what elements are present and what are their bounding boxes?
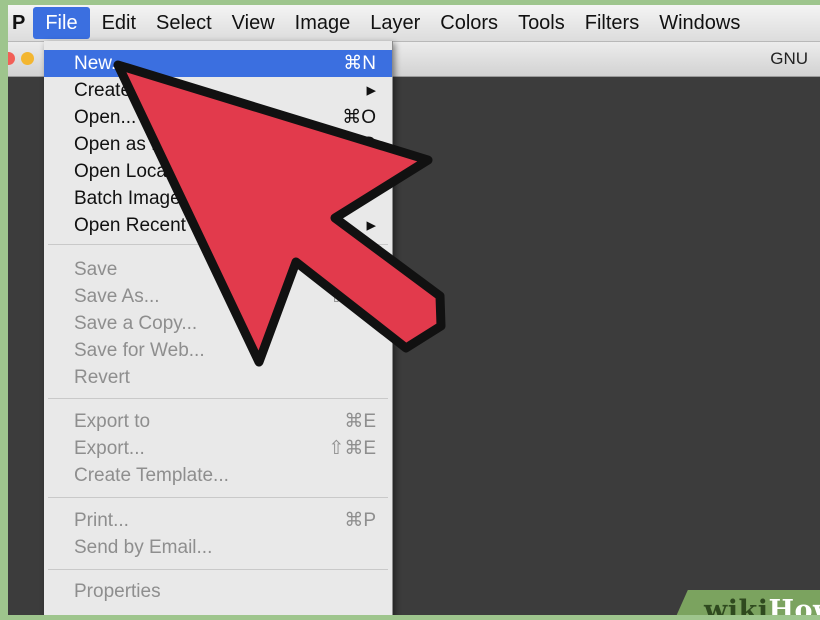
menu-item-save-copy[interactable]: Save a Copy... bbox=[44, 310, 392, 337]
menu-item-shortcut: ⌥⌘O bbox=[320, 134, 376, 155]
menu-item-save-as[interactable]: Save As... ⇧⌘S bbox=[44, 283, 392, 310]
menu-item-label: Export to bbox=[74, 410, 151, 432]
menu-item-label: Open Location... bbox=[74, 160, 214, 182]
menu-item-save[interactable]: Save bbox=[44, 256, 392, 283]
menu-separator bbox=[48, 497, 388, 498]
menu-windows[interactable]: Windows bbox=[649, 5, 750, 41]
menu-item-label: Batch Image Processing... bbox=[74, 187, 296, 209]
menu-item-shortcut: ⌘N bbox=[343, 53, 376, 74]
close-window-button[interactable] bbox=[8, 52, 15, 65]
menu-item-open-as-layers[interactable]: Open as Layers... ⌥⌘O bbox=[44, 131, 392, 158]
watermark-part: wiki bbox=[704, 595, 769, 620]
menu-item-shortcut: ⌘O bbox=[342, 107, 376, 128]
menu-item-open[interactable]: Open... ⌘O bbox=[44, 104, 392, 131]
menu-item-create[interactable]: Create ▸ bbox=[44, 77, 392, 104]
menu-separator bbox=[48, 569, 388, 570]
menu-separator bbox=[48, 244, 388, 245]
menu-item-label: Print... bbox=[74, 509, 129, 531]
menu-filters[interactable]: Filters bbox=[575, 5, 649, 41]
menu-item-open-recent[interactable]: Open Recent ▸ bbox=[44, 212, 392, 239]
menu-bar: P File Edit Select View Image Layer Colo… bbox=[8, 5, 820, 42]
menu-item-shortcut: ⌘E bbox=[344, 411, 376, 432]
menu-item-create-template[interactable]: Create Template... bbox=[44, 462, 392, 489]
menu-item-send-by-email[interactable]: Send by Email... bbox=[44, 534, 392, 561]
menu-colors[interactable]: Colors bbox=[430, 5, 508, 41]
menu-view[interactable]: View bbox=[222, 5, 285, 41]
menu-item-save-for-web[interactable]: Save for Web... bbox=[44, 337, 392, 364]
menu-item-open-location[interactable]: Open Location... bbox=[44, 158, 392, 185]
menu-image[interactable]: Image bbox=[285, 5, 361, 41]
menu-layer[interactable]: Layer bbox=[360, 5, 430, 41]
minimize-window-button[interactable] bbox=[21, 52, 34, 65]
menu-edit[interactable]: Edit bbox=[92, 5, 146, 41]
screenshot-frame: P File Edit Select View Image Layer Colo… bbox=[0, 0, 820, 620]
menu-item-shortcut: ⇧⌘E bbox=[328, 438, 376, 459]
menu-item-properties[interactable]: Properties bbox=[44, 578, 392, 605]
menu-item-shortcut: ⌘P bbox=[344, 510, 376, 531]
menu-item-revert[interactable]: Revert bbox=[44, 364, 392, 391]
window-title: GNU bbox=[770, 49, 808, 68]
menu-item-label: Send by Email... bbox=[74, 536, 213, 558]
menu-item-label: New... bbox=[74, 52, 127, 74]
menu-item-shortcut: ⇧⌘S bbox=[328, 286, 376, 307]
menu-item-label: Save a Copy... bbox=[74, 312, 198, 334]
menu-item-print[interactable]: Print... ⌘P bbox=[44, 507, 392, 534]
submenu-arrow-icon: ▸ bbox=[366, 215, 376, 236]
menu-file[interactable]: File bbox=[33, 7, 90, 39]
menu-item-label: Save for Web... bbox=[74, 339, 205, 361]
menu-item-label: Properties bbox=[74, 580, 161, 602]
menu-separator bbox=[48, 398, 388, 399]
menu-item-label: Save bbox=[74, 258, 118, 280]
menu-item-label: Revert bbox=[74, 366, 130, 388]
menu-select[interactable]: Select bbox=[146, 5, 222, 41]
menu-item-label: Open... bbox=[74, 106, 137, 128]
menu-tools[interactable]: Tools bbox=[508, 5, 575, 41]
watermark-part: How bbox=[768, 595, 820, 620]
wikihow-watermark: wikiHow bbox=[704, 595, 820, 620]
menu-item-label: Open Recent bbox=[74, 214, 186, 236]
menu-item-export-to[interactable]: Export to ⌘E bbox=[44, 408, 392, 435]
menu-item-export[interactable]: Export... ⇧⌘E bbox=[44, 435, 392, 462]
menu-item-label: Export... bbox=[74, 437, 145, 459]
menu-item-label: Open as Layers... bbox=[74, 133, 224, 155]
menu-item-new[interactable]: New... ⌘N bbox=[44, 50, 392, 77]
menu-item-label: Create Template... bbox=[74, 464, 229, 486]
menu-item-label: Save As... bbox=[74, 285, 160, 307]
submenu-arrow-icon: ▸ bbox=[366, 80, 376, 101]
menu-item-batch-image[interactable]: Batch Image Processing... bbox=[44, 185, 392, 212]
app-menu[interactable]: P bbox=[8, 5, 31, 41]
file-menu-dropdown: New... ⌘N Create ▸ Open... ⌘O Open as La… bbox=[44, 41, 393, 615]
menu-item-label: Create bbox=[74, 79, 132, 101]
